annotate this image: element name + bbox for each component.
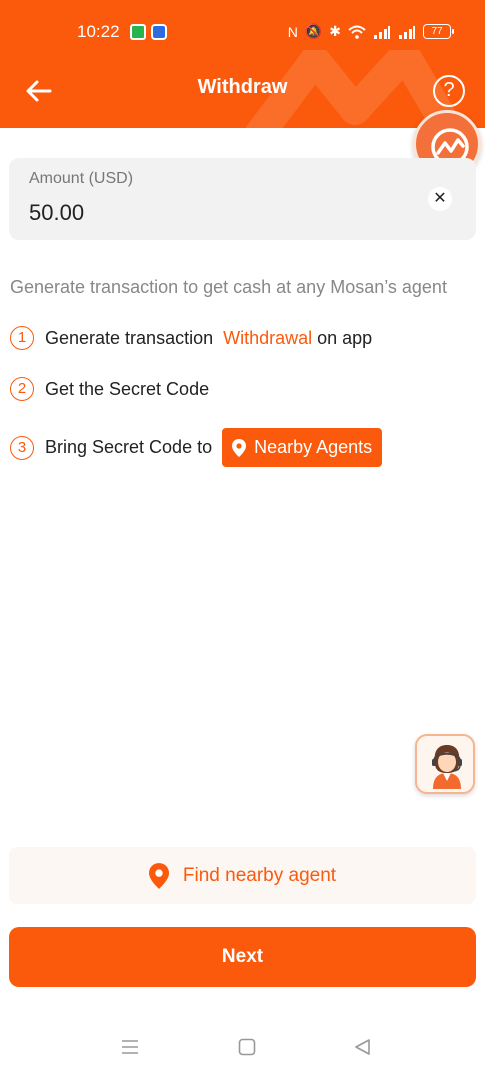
triangle-back-icon xyxy=(355,1039,370,1055)
status-bar: 10:22 N 🔕 ✱ 77 xyxy=(0,0,485,62)
status-time: 10:22 xyxy=(77,22,120,41)
find-nearby-agent-button[interactable]: Find nearby agent xyxy=(9,847,476,904)
square-icon xyxy=(238,1038,256,1056)
step-text: Generate transaction xyxy=(45,327,214,348)
wifi-icon xyxy=(348,25,366,39)
location-pin-icon xyxy=(148,862,169,889)
signal-icon xyxy=(399,25,415,39)
bluetooth-icon: ✱ xyxy=(329,23,341,39)
step-1: 1 Generate transaction Withdrawal on app xyxy=(10,326,372,350)
recent-apps-button[interactable] xyxy=(121,1038,139,1061)
instructions-intro: Generate transaction to get cash at any … xyxy=(10,277,447,297)
step-highlight: Withdrawal xyxy=(223,327,313,348)
step-number: 3 xyxy=(10,435,34,460)
message-app-icon xyxy=(130,24,146,40)
system-navigation-bar xyxy=(0,1030,485,1070)
menu-icon xyxy=(122,1040,138,1054)
step-number: 1 xyxy=(10,326,34,350)
step-suffix: on app xyxy=(317,327,373,348)
customer-support-button[interactable] xyxy=(415,734,475,794)
app-header: 10:22 N 🔕 ✱ 77 Withdraw ? xyxy=(0,0,485,128)
mute-icon: 🔕 xyxy=(304,23,323,39)
signal-icon xyxy=(374,25,390,39)
nearby-agents-label: Nearby Agents xyxy=(254,437,373,457)
step-text: Get the Secret Code xyxy=(45,378,210,399)
page-title: Withdraw xyxy=(197,76,288,98)
location-pin-icon xyxy=(232,438,247,457)
amount-input[interactable] xyxy=(29,198,409,228)
battery-icon: 77 xyxy=(423,24,454,39)
step-number: 2 xyxy=(10,377,34,401)
help-button[interactable]: ? xyxy=(433,75,465,107)
next-button[interactable]: Next xyxy=(9,927,476,987)
home-button[interactable] xyxy=(238,1038,256,1061)
step-2: 2 Get the Secret Code xyxy=(10,377,209,401)
find-nearby-agent-label: Find nearby agent xyxy=(182,864,337,886)
app-notification-icon xyxy=(151,24,167,40)
support-agent-icon xyxy=(432,745,462,789)
clear-button[interactable]: ✕ xyxy=(428,187,452,211)
nfc-icon: N xyxy=(287,23,298,40)
nearby-agents-button[interactable]: Nearby Agents xyxy=(222,428,383,467)
nav-bar: Withdraw ? xyxy=(0,62,485,118)
system-back-button[interactable] xyxy=(353,1038,371,1061)
status-icons: N 🔕 ✱ 77 xyxy=(287,23,454,40)
step-text: Bring Secret Code to xyxy=(45,437,213,457)
amount-field[interactable]: Amount (USD) ✕ xyxy=(9,158,476,240)
step-3: 3 Bring Secret Code to Nearby Agents xyxy=(10,428,383,467)
amount-label: Amount (USD) xyxy=(29,170,134,187)
